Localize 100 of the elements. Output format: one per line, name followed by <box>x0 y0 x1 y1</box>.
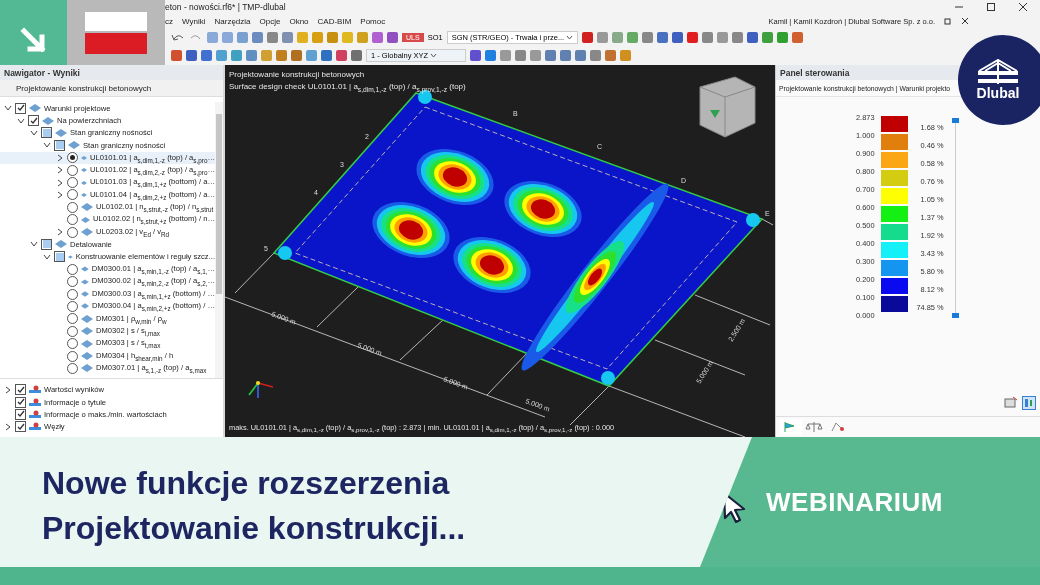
toolbar-icon[interactable] <box>252 31 263 43</box>
toolbar-icon[interactable] <box>231 49 242 61</box>
radio-button[interactable] <box>67 152 78 164</box>
expand-chevron-icon[interactable] <box>56 166 64 175</box>
toolbar-icon[interactable] <box>545 49 556 61</box>
expand-chevron-icon[interactable] <box>30 240 38 249</box>
expand-chevron-icon[interactable] <box>56 153 64 162</box>
menu-item[interactable]: Wyniki <box>182 16 206 26</box>
expand-chevron-icon[interactable] <box>43 252 51 261</box>
toolbar-icon[interactable] <box>387 31 398 43</box>
toolbar-icon[interactable] <box>351 49 362 61</box>
toolbar-icon[interactable] <box>171 49 182 61</box>
checkbox[interactable] <box>54 139 65 151</box>
toolbar-icon[interactable] <box>186 49 197 61</box>
toolbar-icon[interactable] <box>575 49 586 61</box>
restore-icon[interactable] <box>944 17 952 25</box>
toolbar-icon[interactable] <box>470 49 481 61</box>
settings-icon[interactable] <box>1004 396 1018 408</box>
legend-icon[interactable] <box>1022 396 1036 410</box>
checkbox[interactable] <box>15 102 26 114</box>
toolbar-icon[interactable] <box>590 49 601 61</box>
toolbar-icon[interactable] <box>627 31 639 43</box>
balance-icon[interactable] <box>803 419 825 435</box>
toolbar-icon[interactable] <box>612 31 624 43</box>
toolbar-icon[interactable] <box>291 49 302 61</box>
menu-item[interactable]: Narzędzia <box>214 16 251 26</box>
radio-button[interactable] <box>67 164 78 176</box>
toolbar-icon[interactable] <box>267 31 278 43</box>
toolbar-icon[interactable] <box>605 49 616 61</box>
toolbar-icon[interactable] <box>237 31 248 43</box>
axis-triad-icon[interactable] <box>248 381 274 399</box>
toolbar-icon[interactable] <box>777 31 789 43</box>
radio-button[interactable] <box>67 338 78 350</box>
maximize-icon[interactable] <box>986 2 996 12</box>
checkbox[interactable] <box>15 408 26 420</box>
toolbar-icon[interactable] <box>717 31 729 43</box>
radio-button[interactable] <box>67 201 78 213</box>
slider-handle[interactable] <box>951 118 959 123</box>
expand-chevron-icon[interactable] <box>56 190 64 199</box>
radio-button[interactable] <box>67 288 78 300</box>
expand-chevron-icon[interactable] <box>17 116 25 125</box>
close-icon[interactable] <box>1018 2 1028 12</box>
toolbar-icon[interactable] <box>246 49 257 61</box>
toolbar-icon[interactable] <box>515 49 526 61</box>
checkbox[interactable] <box>41 127 52 139</box>
toolbar-icon[interactable] <box>672 31 684 43</box>
checkbox[interactable] <box>15 421 26 433</box>
toolbar-icon[interactable] <box>762 31 774 43</box>
undo-icon[interactable] <box>171 32 185 42</box>
menu-item[interactable]: Pomoc <box>360 16 386 26</box>
expand-chevron-icon[interactable] <box>4 422 12 431</box>
toolbar-icon[interactable] <box>687 31 699 43</box>
expand-chevron-icon[interactable] <box>4 385 12 394</box>
expand-chevron-icon[interactable] <box>43 141 51 150</box>
menu-item[interactable]: Okno <box>289 16 309 26</box>
toolbar-icon[interactable] <box>306 49 317 61</box>
expand-chevron-icon[interactable] <box>56 178 64 187</box>
expand-chevron-icon[interactable] <box>30 128 38 137</box>
radio-button[interactable] <box>67 177 78 189</box>
menu-item[interactable]: cz <box>165 16 173 26</box>
toolbar-icon[interactable] <box>201 49 212 61</box>
radio-button[interactable] <box>67 214 78 226</box>
toolbar-icon[interactable] <box>485 49 496 61</box>
toolbar-icon[interactable] <box>372 31 383 43</box>
radio-button[interactable] <box>67 263 78 275</box>
toolbar-icon[interactable] <box>732 31 744 43</box>
checkbox[interactable] <box>54 251 65 263</box>
toolbar-icon[interactable] <box>747 31 759 43</box>
toolbar-icon[interactable] <box>282 31 293 43</box>
checkbox[interactable] <box>15 384 26 396</box>
checkbox[interactable] <box>41 239 52 250</box>
toolbar-icon[interactable] <box>216 49 227 61</box>
menu-item[interactable]: Opcje <box>259 16 281 26</box>
toolbar-icon[interactable] <box>582 31 594 43</box>
toolbar-icon[interactable] <box>620 49 631 61</box>
toolbar-icon[interactable] <box>642 31 654 43</box>
radio-button[interactable] <box>67 300 78 312</box>
radio-button[interactable] <box>67 362 78 374</box>
view-cube-icon[interactable] <box>699 76 756 138</box>
close-icon[interactable] <box>961 17 969 25</box>
toolbar-icon[interactable] <box>530 49 541 61</box>
radio-button[interactable] <box>67 226 78 238</box>
radio-button[interactable] <box>67 350 78 362</box>
range-slider-track[interactable] <box>951 118 959 318</box>
toolbar-icon[interactable] <box>500 49 511 61</box>
toolbar-icon[interactable] <box>702 31 714 43</box>
expand-chevron-icon[interactable] <box>4 104 12 113</box>
toolbar-icon[interactable] <box>327 31 338 43</box>
toolbar-icon[interactable] <box>321 49 332 61</box>
radio-button[interactable] <box>67 313 78 325</box>
toolbar-icon[interactable] <box>560 49 571 61</box>
radio-button[interactable] <box>67 276 78 288</box>
module-dropdown[interactable]: Projektowanie konstrukcji betonowych <box>0 80 223 97</box>
tab-colors-icon[interactable] <box>780 419 802 435</box>
radio-button[interactable] <box>67 325 78 337</box>
checkbox[interactable] <box>15 396 26 408</box>
toolbar-icon[interactable] <box>336 49 347 61</box>
slider-handle[interactable] <box>951 313 959 318</box>
toolbar-icon[interactable] <box>276 49 287 61</box>
toolbar-icon[interactable] <box>657 31 669 43</box>
